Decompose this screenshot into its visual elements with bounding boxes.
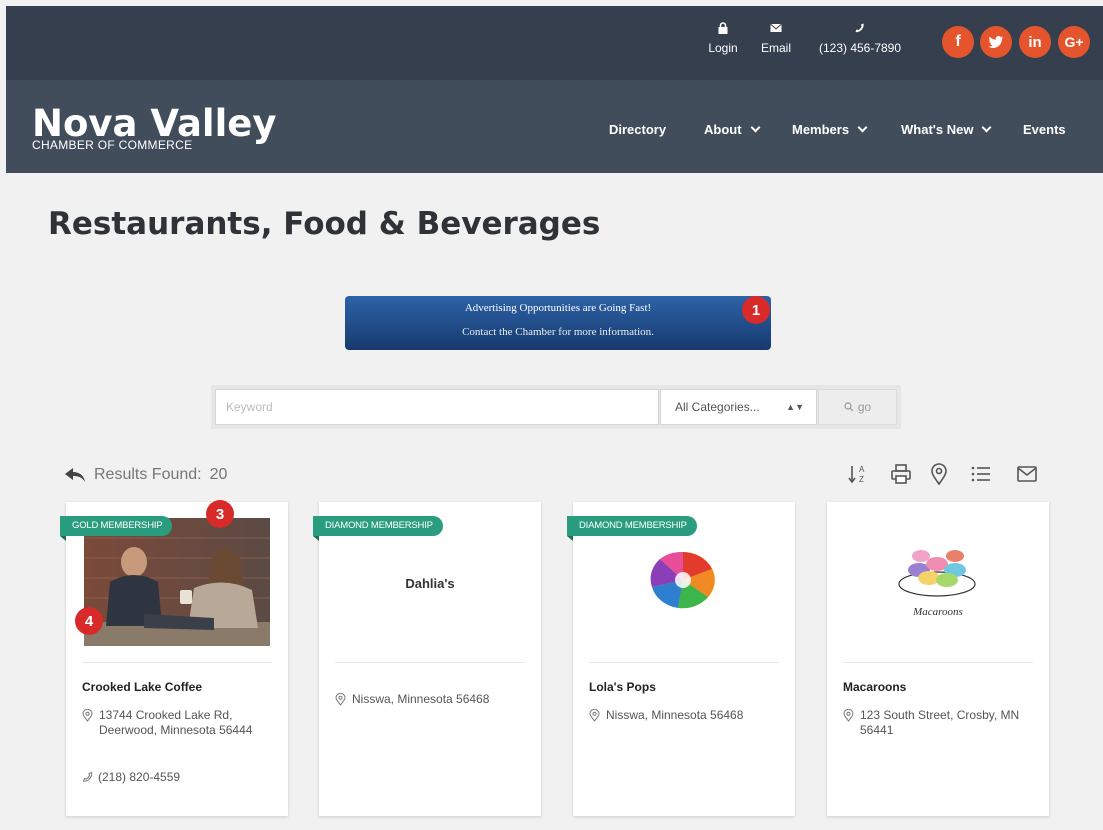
membership-badge: GOLD MEMBERSHIP bbox=[60, 516, 173, 541]
nav-about[interactable]: About bbox=[704, 122, 760, 137]
location-pin-icon bbox=[335, 693, 346, 706]
listing-card-macaroons[interactable]: Macaroons Macaroons 123 South Street, Cr… bbox=[827, 502, 1049, 816]
results-count: 20 bbox=[209, 466, 228, 483]
card-divider bbox=[843, 662, 1033, 663]
banner-line-1: Advertising Opportunities are Going Fast… bbox=[464, 302, 652, 314]
listing-card-lolas-pops[interactable]: DIAMOND MEMBERSHIP Lola's Pops Nisswa, M… bbox=[567, 502, 795, 816]
svg-text:Z: Z bbox=[859, 475, 864, 484]
membership-badge: DIAMOND MEMBERSHIP bbox=[567, 516, 697, 541]
email-link[interactable]: Email bbox=[755, 6, 797, 55]
login-link[interactable]: Login bbox=[703, 6, 743, 55]
envelope-icon bbox=[770, 23, 782, 32]
phone-link[interactable]: (123) 456-7890 bbox=[812, 6, 908, 55]
listing-phone-text: (218) 820-4559 bbox=[98, 770, 181, 784]
listing-address: Nisswa, Minnesota 56468 bbox=[335, 692, 530, 707]
phone-icon bbox=[855, 23, 864, 33]
results-summary: Results Found: 20 bbox=[64, 466, 227, 484]
email-envelope-icon[interactable] bbox=[1013, 460, 1041, 488]
login-label: Login bbox=[708, 41, 738, 55]
lollipop-logo bbox=[650, 551, 715, 609]
listing-name[interactable]: Macaroons bbox=[843, 680, 906, 694]
list-view-icon[interactable] bbox=[967, 460, 995, 488]
chevron-down-icon bbox=[857, 122, 868, 133]
facebook-icon[interactable]: f bbox=[942, 26, 974, 58]
nav-members-label: Members bbox=[792, 122, 850, 137]
phone-label: (123) 456-7890 bbox=[818, 41, 902, 55]
search-bar: Keyword All Categories... ▲▼ go bbox=[211, 385, 901, 429]
search-go-button[interactable]: go bbox=[818, 389, 897, 425]
listing-photo bbox=[84, 518, 270, 646]
listing-logo-text: Macaroons bbox=[913, 606, 963, 618]
twitter-icon[interactable] bbox=[980, 26, 1012, 58]
site-logo-subtitle: CHAMBER OF COMMERCE bbox=[32, 138, 193, 152]
email-label: Email bbox=[760, 41, 791, 55]
lock-icon bbox=[718, 22, 728, 34]
results-label: Results Found: bbox=[94, 466, 202, 483]
linkedin-icon[interactable]: in bbox=[1019, 26, 1051, 58]
print-icon[interactable] bbox=[887, 460, 915, 488]
listing-card-dahlias[interactable]: DIAMOND MEMBERSHIP Dahlia's Nisswa, Minn… bbox=[313, 502, 541, 816]
sort-az-icon[interactable]: A Z bbox=[845, 460, 873, 488]
search-icon bbox=[844, 402, 854, 412]
card-divider bbox=[82, 662, 272, 663]
chevron-down-icon bbox=[750, 122, 760, 133]
listing-logo-text: Dahlia's bbox=[405, 576, 455, 591]
svg-text:A: A bbox=[859, 465, 865, 474]
nav-directory-label: Directory bbox=[609, 122, 667, 137]
top-utility-bar: Login Email (123) 456-7890 f in G+ bbox=[6, 6, 1103, 80]
nav-whats-new-label: What's New bbox=[901, 122, 974, 137]
twitter-bird-icon bbox=[988, 36, 1003, 48]
listing-name[interactable]: Lola's Pops bbox=[589, 680, 656, 694]
googleplus-icon[interactable]: G+ bbox=[1058, 26, 1090, 58]
back-arrow-icon[interactable] bbox=[64, 467, 86, 483]
listing-address-text: 123 South Street, Crosby, MN 56441 bbox=[860, 708, 1020, 737]
nav-directory[interactable]: Directory bbox=[609, 122, 666, 137]
macaroons-logo bbox=[898, 550, 976, 597]
annotation-marker-4: 4 bbox=[75, 607, 103, 635]
listing-address: 13744 Crooked Lake Rd, Deerwood, Minneso… bbox=[82, 708, 277, 738]
nav-about-label: About bbox=[704, 122, 742, 137]
category-select[interactable]: All Categories... ▲▼ bbox=[660, 389, 817, 425]
listing-phone[interactable]: (218) 820-4559 bbox=[82, 770, 180, 784]
advertising-banner[interactable]: Advertising Opportunities are Going Fast… bbox=[345, 296, 771, 350]
banner-line-2: Contact the Chamber for more information… bbox=[462, 326, 654, 338]
phone-icon bbox=[82, 771, 93, 782]
page-title: Restaurants, Food & Beverages bbox=[48, 206, 601, 242]
card-divider bbox=[589, 662, 779, 663]
site-header: Nova Valley CHAMBER OF COMMERCE Director… bbox=[6, 80, 1103, 173]
nav-events-label: Events bbox=[1023, 122, 1066, 137]
chevron-down-icon bbox=[981, 122, 992, 133]
location-pin-icon bbox=[589, 709, 600, 722]
annotation-marker-3: 3 bbox=[206, 500, 234, 528]
keyword-input[interactable]: Keyword bbox=[215, 389, 659, 425]
nav-whats-new[interactable]: What's New bbox=[901, 122, 992, 137]
category-select-value: All Categories... bbox=[675, 400, 760, 414]
listing-address: Nisswa, Minnesota 56468 bbox=[589, 708, 784, 723]
listing-address: 123 South Street, Crosby, MN 56441 bbox=[843, 708, 1038, 738]
annotation-marker-1: 1 bbox=[742, 296, 770, 324]
location-pin-icon bbox=[82, 709, 93, 722]
membership-badge: DIAMOND MEMBERSHIP bbox=[313, 516, 443, 541]
map-pin-icon[interactable] bbox=[925, 460, 953, 488]
search-go-label: go bbox=[857, 400, 872, 414]
card-divider bbox=[335, 662, 525, 663]
listing-address-text: Nisswa, Minnesota 56468 bbox=[606, 708, 744, 722]
listing-name[interactable]: Crooked Lake Coffee bbox=[82, 680, 202, 694]
listing-card-crooked-lake-coffee[interactable]: GOLD MEMBERSHIP Crooked Lake Coffee 1374… bbox=[60, 502, 288, 816]
location-pin-icon bbox=[843, 709, 854, 722]
listing-address-text: Nisswa, Minnesota 56468 bbox=[352, 692, 490, 706]
listing-address-text: 13744 Crooked Lake Rd, Deerwood, Minneso… bbox=[99, 708, 253, 737]
nav-events[interactable]: Events bbox=[1023, 122, 1066, 137]
nav-members[interactable]: Members bbox=[792, 122, 868, 137]
select-arrows-icon: ▲▼ bbox=[786, 402, 804, 412]
